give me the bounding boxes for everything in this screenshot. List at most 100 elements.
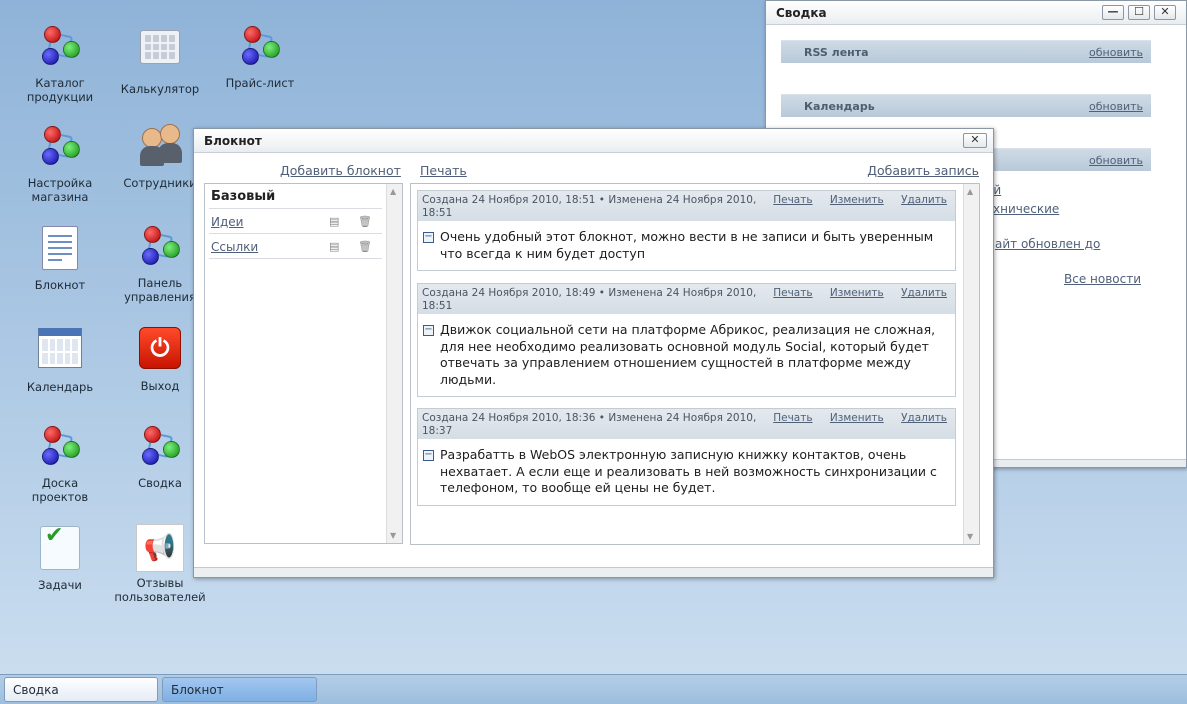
desktop-icon-label: Настройка магазина xyxy=(27,176,93,204)
section-title: RSS лента xyxy=(804,46,869,59)
entry-print-link[interactable]: Печать xyxy=(773,287,812,299)
desktop-icon-label: Калькулятор xyxy=(120,82,200,96)
notebook-item-ideas[interactable]: Идеи ▤ 🗑 xyxy=(209,209,382,234)
trash-icon[interactable]: 🗑 xyxy=(358,240,372,253)
entry-print-link[interactable]: Печать xyxy=(773,194,812,206)
print-link[interactable]: Печать xyxy=(420,163,467,178)
minimize-icon: — xyxy=(1107,5,1119,18)
desktop-icon-projects-board[interactable]: Доска проектов xyxy=(10,424,110,504)
people-icon xyxy=(136,124,184,172)
entries-scrollbar[interactable]: ▲ ▼ xyxy=(963,184,979,544)
desktop-icon-shop-settings[interactable]: Настройка магазина xyxy=(10,124,110,204)
news-item[interactable]: хнические xyxy=(993,202,1059,216)
minimize-button[interactable]: — xyxy=(1102,5,1124,20)
notebook-current[interactable]: Базовый xyxy=(209,184,382,209)
entry-actions: Печать Изменить Удалить xyxy=(759,412,947,425)
taskbar-item-label: Блокнот xyxy=(171,683,224,697)
entry-print-link[interactable]: Печать xyxy=(773,412,812,424)
summary-window-titlebar[interactable]: Сводка — ☐ ✕ xyxy=(766,1,1186,25)
desktop-icon-calculator[interactable]: Калькулятор xyxy=(110,24,210,96)
collapse-icon[interactable]: − xyxy=(423,450,434,461)
notebook-item-label[interactable]: Ссылки xyxy=(211,240,258,254)
rss-update-link[interactable]: обновить xyxy=(1089,46,1143,59)
notebook-list: Базовый Идеи ▤ 🗑 Ссылки ▤ 🗑 ▲ ▼ xyxy=(204,183,403,544)
trash-icon[interactable]: 🗑 xyxy=(358,215,372,228)
notepad-window-titlebar[interactable]: Блокнот ✕ xyxy=(194,129,993,153)
desktop-icon-tasks[interactable]: ✔ Задачи xyxy=(10,524,110,593)
hex-molecule-icon xyxy=(136,224,184,272)
scroll-down-icon[interactable]: ▼ xyxy=(967,532,973,541)
taskbar-item-summary[interactable]: Сводка xyxy=(4,677,158,702)
desktop-icon-notepad[interactable]: Блокнот xyxy=(10,224,110,292)
entry-actions: Печать Изменить Удалить xyxy=(759,287,947,300)
entries-panel: Создана 24 Ноября 2010, 18:51 • Изменена… xyxy=(410,183,980,545)
desktop-icon-label: Отзывы пользователей xyxy=(114,576,206,604)
desktop-icon-label: Задачи xyxy=(38,578,82,592)
close-button[interactable]: ✕ xyxy=(1154,5,1176,20)
collapse-icon[interactable]: − xyxy=(423,232,434,243)
collapse-icon[interactable]: − xyxy=(423,325,434,336)
rss-section-header: RSS лента обновить xyxy=(781,40,1151,63)
notebook-item-label[interactable]: Идеи xyxy=(211,215,243,229)
taskbar-item-notepad[interactable]: Блокнот xyxy=(162,677,317,702)
entry-text: Разрабатть в WebOS электронную записную … xyxy=(440,447,937,495)
hex-molecule-icon xyxy=(236,24,284,72)
calendar-icon xyxy=(36,328,84,376)
hex-molecule-icon xyxy=(36,424,84,472)
entry-body: − Движок социальной сети на платформе Аб… xyxy=(418,314,955,396)
entry-delete-link[interactable]: Удалить xyxy=(901,287,947,299)
hex-molecule-icon xyxy=(136,424,184,472)
window-title: Сводка xyxy=(776,6,827,20)
entry-delete-link[interactable]: Удалить xyxy=(901,412,947,424)
scroll-down-icon[interactable]: ▼ xyxy=(390,531,396,540)
desktop-icon-label: Доска проектов xyxy=(31,476,89,504)
taskbar: Сводка Блокнот xyxy=(0,674,1187,704)
entry-edit-link[interactable]: Изменить xyxy=(830,194,884,206)
entry-edit-link[interactable]: Изменить xyxy=(830,287,884,299)
notepad-window: Блокнот ✕ Добавить блокнот Печать Добави… xyxy=(193,128,994,578)
desktop-icon-label: Блокнот xyxy=(34,278,86,292)
entry-meta: Создана 24 Ноября 2010, 18:49 • Изменена… xyxy=(418,284,955,314)
maximize-button[interactable]: ☐ xyxy=(1128,5,1150,20)
calendar-section-header: Календарь обновить xyxy=(781,94,1151,117)
close-icon: ✕ xyxy=(1160,5,1170,18)
megaphone-icon: 📢 xyxy=(136,524,184,572)
desktop-icon-label: Каталог продукции xyxy=(26,76,94,104)
entry-actions: Печать Изменить Удалить xyxy=(759,194,947,207)
calendar-update-link[interactable]: обновить xyxy=(1089,100,1143,113)
entry-timestamps: Создана 24 Ноября 2010, 18:51 • Изменена… xyxy=(422,194,757,219)
entry-meta: Создана 24 Ноября 2010, 18:51 • Изменена… xyxy=(418,191,955,221)
entry-body: − Разрабатть в WebOS электронную записну… xyxy=(418,439,955,505)
all-news-link[interactable]: Все новости xyxy=(1064,272,1141,286)
news-item[interactable]: айт обновлен до xyxy=(995,237,1100,251)
entry-body: − Очень удобный этот блокнот, можно вест… xyxy=(418,221,955,270)
maximize-icon: ☐ xyxy=(1134,5,1144,18)
section-title: Календарь xyxy=(804,100,875,113)
entry-meta: Создана 24 Ноября 2010, 18:36 • Изменена… xyxy=(418,409,955,439)
edit-notebook-icon[interactable]: ▤ xyxy=(329,215,339,228)
notebook-list-scrollbar[interactable]: ▲ ▼ xyxy=(386,184,402,543)
entry-timestamps: Создана 24 Ноября 2010, 18:36 • Изменена… xyxy=(422,412,757,437)
add-notebook-link[interactable]: Добавить блокнот xyxy=(280,163,401,178)
scroll-up-icon[interactable]: ▲ xyxy=(967,187,973,196)
desktop-icon-catalog[interactable]: Каталог продукции xyxy=(10,24,110,104)
news-update-link[interactable]: обновить xyxy=(1089,154,1143,167)
desktop-icon-label: Календарь xyxy=(26,380,94,394)
tasks-icon: ✔ xyxy=(36,525,84,574)
notepad-icon xyxy=(36,226,84,274)
power-icon: ⏻ xyxy=(136,327,184,375)
window-statusbar xyxy=(194,567,993,577)
edit-notebook-icon[interactable]: ▤ xyxy=(329,240,339,253)
notebook-item-links[interactable]: Ссылки ▤ 🗑 xyxy=(209,234,382,259)
add-entry-link[interactable]: Добавить запись xyxy=(867,163,979,178)
desktop-icon-calendar[interactable]: Календарь xyxy=(10,324,110,394)
scroll-up-icon[interactable]: ▲ xyxy=(390,187,396,196)
entry-edit-link[interactable]: Изменить xyxy=(830,412,884,424)
desktop-icon-pricelist[interactable]: Прайс-лист xyxy=(210,24,310,90)
close-button[interactable]: ✕ xyxy=(963,133,987,148)
taskbar-item-label: Сводка xyxy=(13,683,59,697)
entry-delete-link[interactable]: Удалить xyxy=(901,194,947,206)
hex-molecule-icon xyxy=(36,24,84,72)
entry-text: Движок социальной сети на платформе Абри… xyxy=(440,322,936,387)
window-title: Блокнот xyxy=(204,134,262,148)
